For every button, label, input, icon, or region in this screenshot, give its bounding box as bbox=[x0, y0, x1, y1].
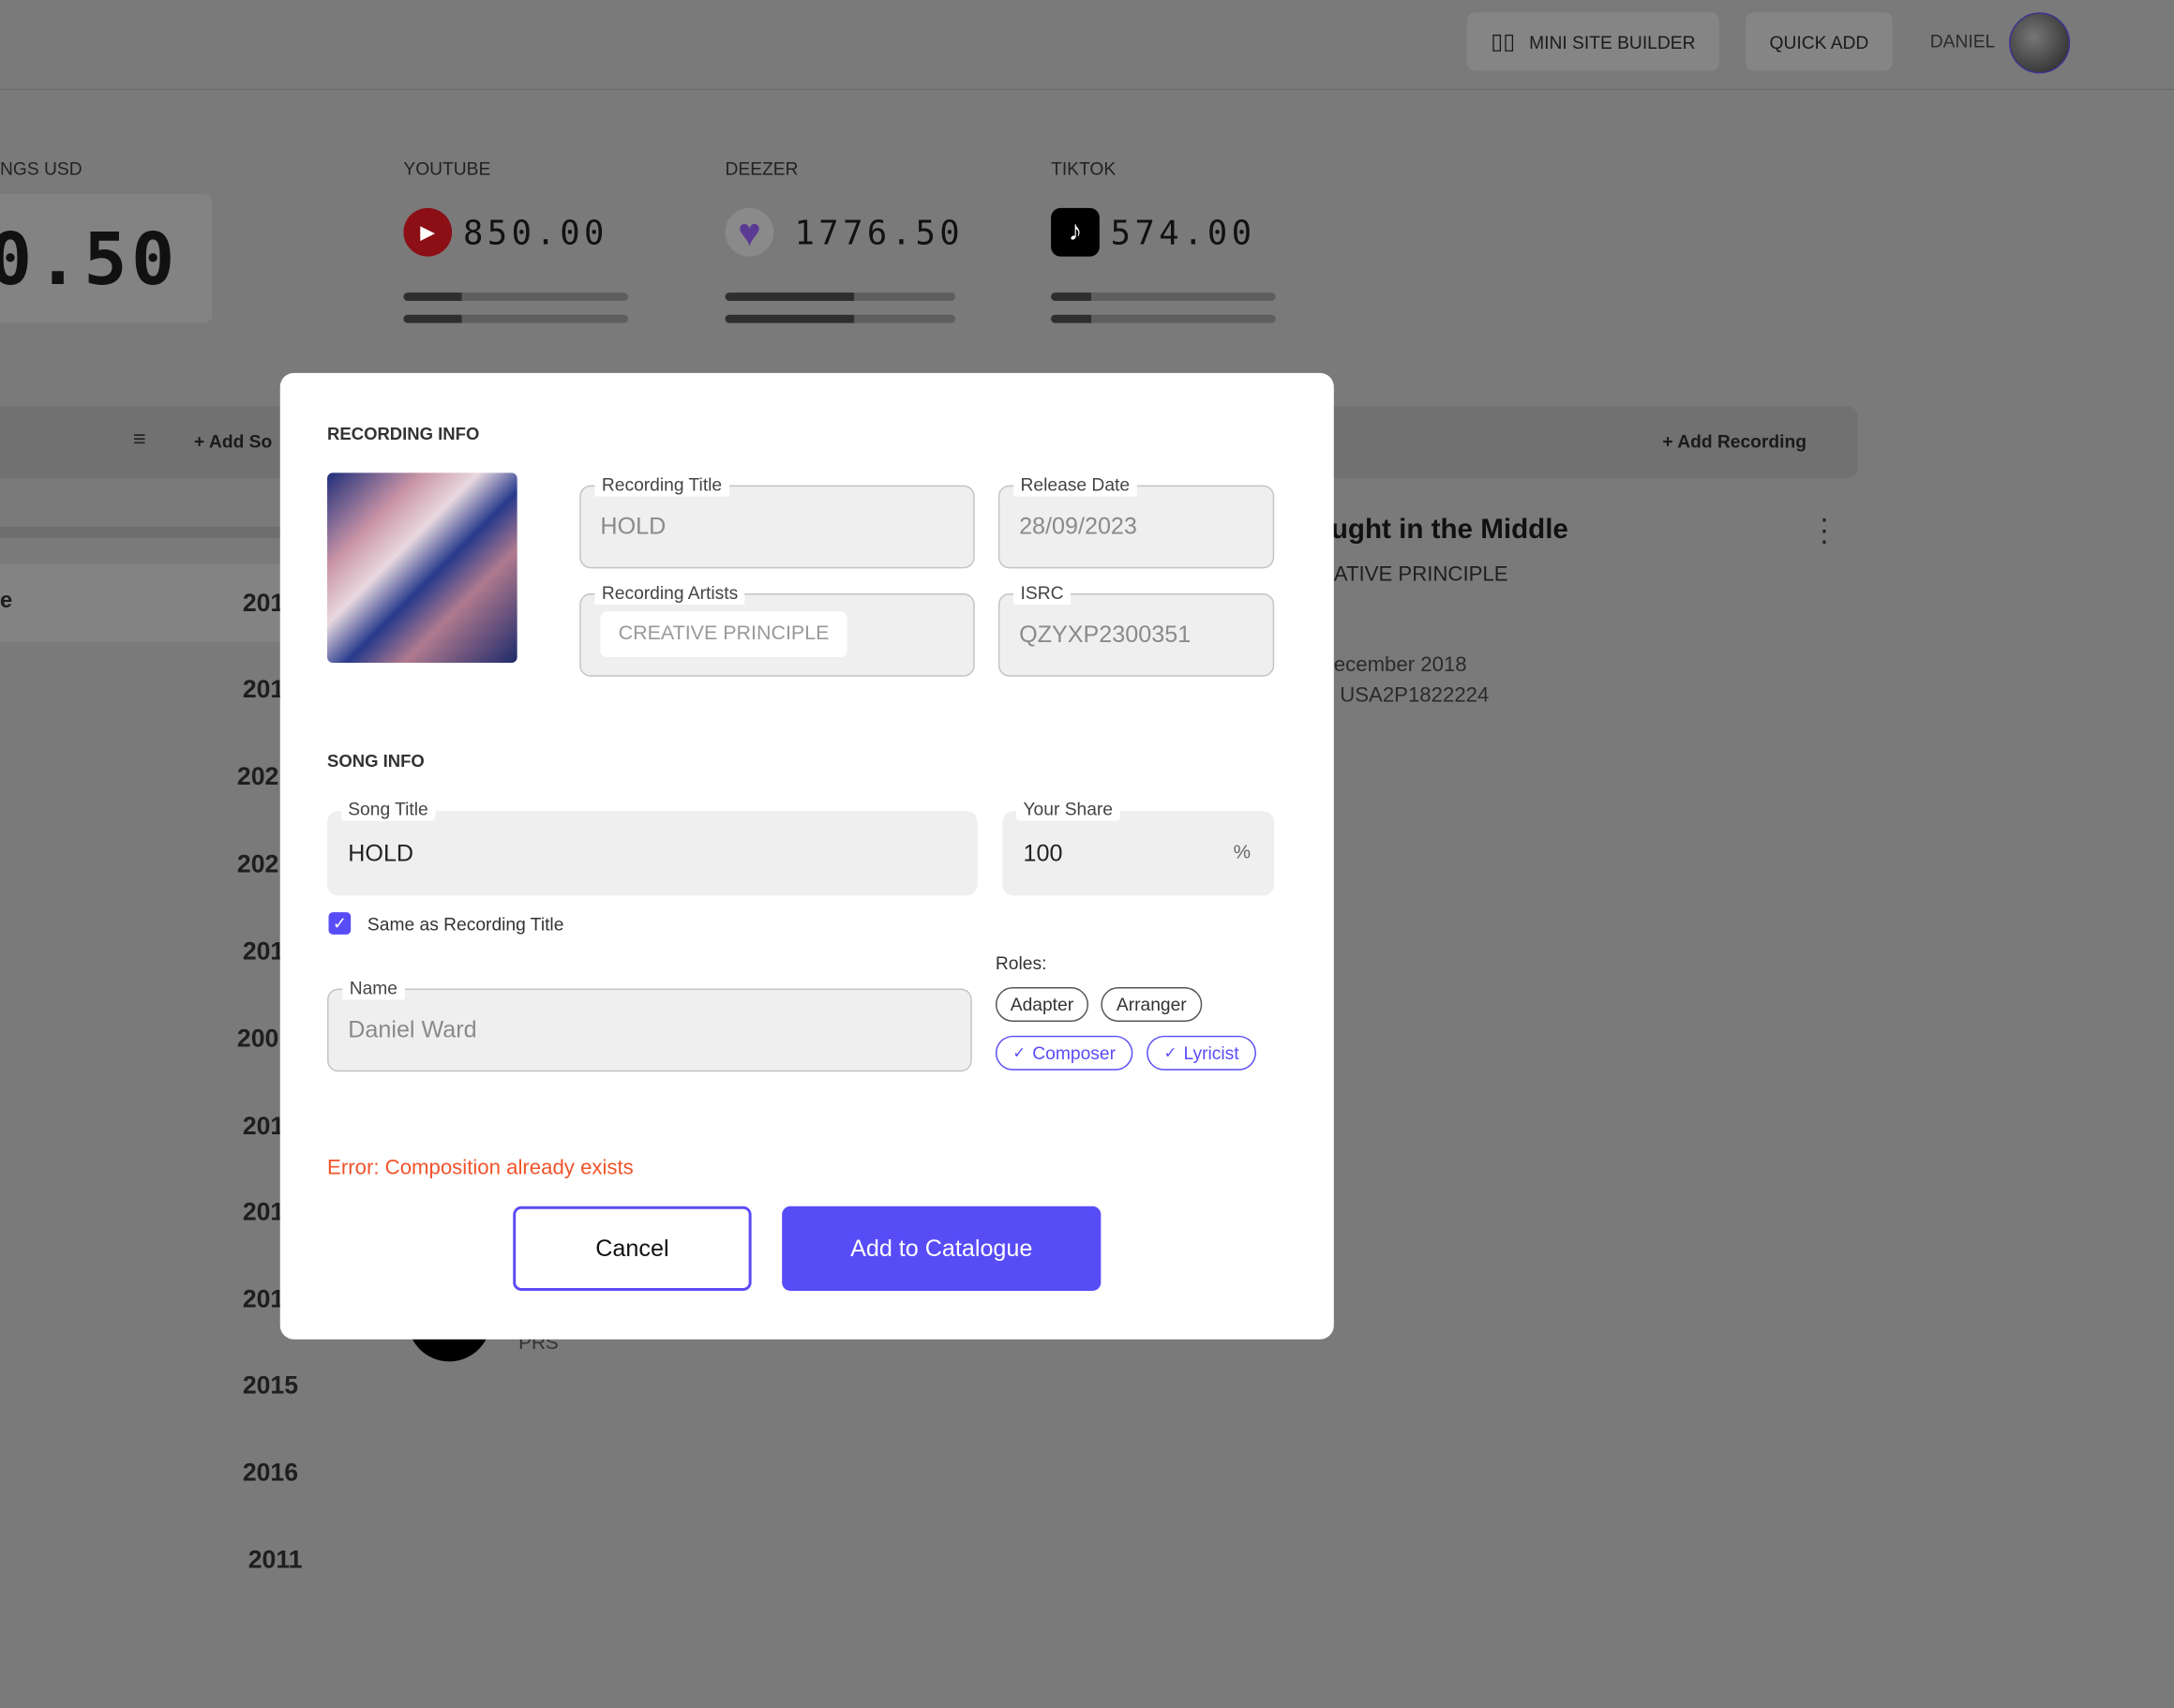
list-item-year: 200 bbox=[236, 1024, 279, 1053]
youtube-icon: ▶ bbox=[403, 207, 453, 257]
artist-chip: CREATIVE PRINCIPLE bbox=[600, 611, 847, 658]
progress-bar bbox=[1051, 292, 1276, 301]
platform-name: YOUTUBE bbox=[403, 157, 491, 179]
recording-info-heading: RECORDING INFO bbox=[327, 424, 480, 444]
list-item-year: 201 bbox=[242, 589, 285, 618]
same-as-recording-checkbox[interactable]: ✓ bbox=[328, 912, 352, 935]
list-item-year: 202 bbox=[236, 849, 279, 878]
platform-name: TIKTOK bbox=[1051, 157, 1117, 179]
recording-title-field[interactable]: Recording Title HOLD bbox=[579, 473, 975, 569]
list-item-year: 201 bbox=[242, 936, 285, 966]
recording-artwork bbox=[327, 472, 517, 663]
progress-bar bbox=[403, 292, 628, 301]
role-chip-composer[interactable]: ✓ Composer bbox=[995, 1035, 1133, 1071]
your-share-input[interactable]: Your Share 100 % bbox=[1002, 798, 1275, 896]
percent-unit: % bbox=[1233, 840, 1252, 862]
progress-bar bbox=[403, 314, 628, 323]
more-options-icon[interactable]: · · · bbox=[1819, 502, 1829, 555]
builder-icon: ▯▯ bbox=[1491, 30, 1516, 54]
avatar[interactable] bbox=[2009, 12, 2071, 74]
release-date-field[interactable]: Release Date 28/09/2023 bbox=[997, 473, 1275, 569]
mini-site-builder-button[interactable]: ▯▯ MINI SITE BUILDER bbox=[1466, 12, 1719, 71]
recording-artists-field[interactable]: Recording Artists CREATIVE PRINCIPLE bbox=[579, 582, 975, 677]
tiktok-icon: ♪ bbox=[1051, 207, 1100, 257]
list-item-year: 201 bbox=[242, 1285, 285, 1313]
platform-value: 850.00 bbox=[462, 213, 608, 253]
role-chip-arranger[interactable]: Arranger bbox=[1101, 987, 1203, 1023]
list-item-year: 201 bbox=[242, 675, 285, 703]
user-name: DANIEL bbox=[1929, 30, 1996, 52]
add-recording-modal: RECORDING INFO Recording Title HOLD Rele… bbox=[279, 372, 1334, 1340]
filter-icon[interactable]: ≡ bbox=[133, 428, 146, 454]
name-field[interactable]: Name Daniel Ward bbox=[327, 977, 972, 1072]
error-message: Error: Composition already exists bbox=[327, 1156, 634, 1180]
quick-add-button[interactable]: QUICK ADD bbox=[1746, 12, 1893, 71]
total-earnings-value: 0.50 bbox=[0, 218, 179, 303]
add-song-button[interactable]: + Add So bbox=[194, 431, 272, 452]
list-item-year: 202 bbox=[236, 762, 279, 791]
add-to-catalogue-button[interactable]: Add to Catalogue bbox=[782, 1206, 1102, 1291]
same-as-recording-label: Same as Recording Title bbox=[367, 913, 564, 935]
role-chip-lyricist[interactable]: ✓ Lyricist bbox=[1147, 1035, 1256, 1071]
deezer-heart-icon: ♥ bbox=[725, 207, 774, 257]
cancel-button[interactable]: Cancel bbox=[513, 1206, 752, 1291]
progress-bar bbox=[725, 292, 956, 301]
recording-title: ught in the Middle bbox=[1330, 514, 1568, 546]
roles-label: Roles: bbox=[995, 952, 1047, 974]
platform-name: DEEZER bbox=[725, 157, 799, 179]
header-divider bbox=[0, 88, 2174, 91]
list-divider bbox=[0, 527, 292, 538]
list-item-year: 2015 bbox=[242, 1371, 299, 1400]
recording-artist: ATIVE PRINCIPLE bbox=[1333, 562, 1508, 587]
plus-icon: + bbox=[1662, 430, 1678, 453]
total-earnings-card: 0.50 bbox=[0, 194, 213, 323]
list-item-year: 201 bbox=[242, 1112, 285, 1140]
recording-date: ecember 2018 bbox=[1333, 652, 1467, 677]
song-title-input[interactable]: Song Title HOLD bbox=[327, 798, 978, 896]
list-item-year: 201 bbox=[242, 1197, 285, 1226]
song-info-heading: SONG INFO bbox=[327, 751, 425, 772]
platform-value: 574.00 bbox=[1110, 213, 1256, 253]
progress-bar bbox=[1051, 314, 1276, 323]
list-item-year: 2011 bbox=[247, 1546, 303, 1574]
plus-icon: + bbox=[194, 430, 209, 453]
check-icon: ✓ bbox=[1163, 1045, 1177, 1062]
recording-isrc: : USA2P1822224 bbox=[1327, 683, 1490, 708]
role-chip-adapter[interactable]: Adapter bbox=[995, 987, 1089, 1023]
isrc-field[interactable]: ISRC QZYXP2300351 bbox=[997, 582, 1275, 677]
platform-value: 1776.50 bbox=[794, 213, 965, 253]
check-icon: ✓ bbox=[1012, 1045, 1026, 1062]
list-item-year: 2016 bbox=[242, 1458, 299, 1487]
add-recording-button[interactable]: + Add Recording bbox=[1662, 431, 1807, 452]
total-earnings-label: NGS USD bbox=[0, 157, 82, 179]
list-item-title: e bbox=[0, 589, 13, 613]
progress-bar bbox=[725, 314, 956, 323]
